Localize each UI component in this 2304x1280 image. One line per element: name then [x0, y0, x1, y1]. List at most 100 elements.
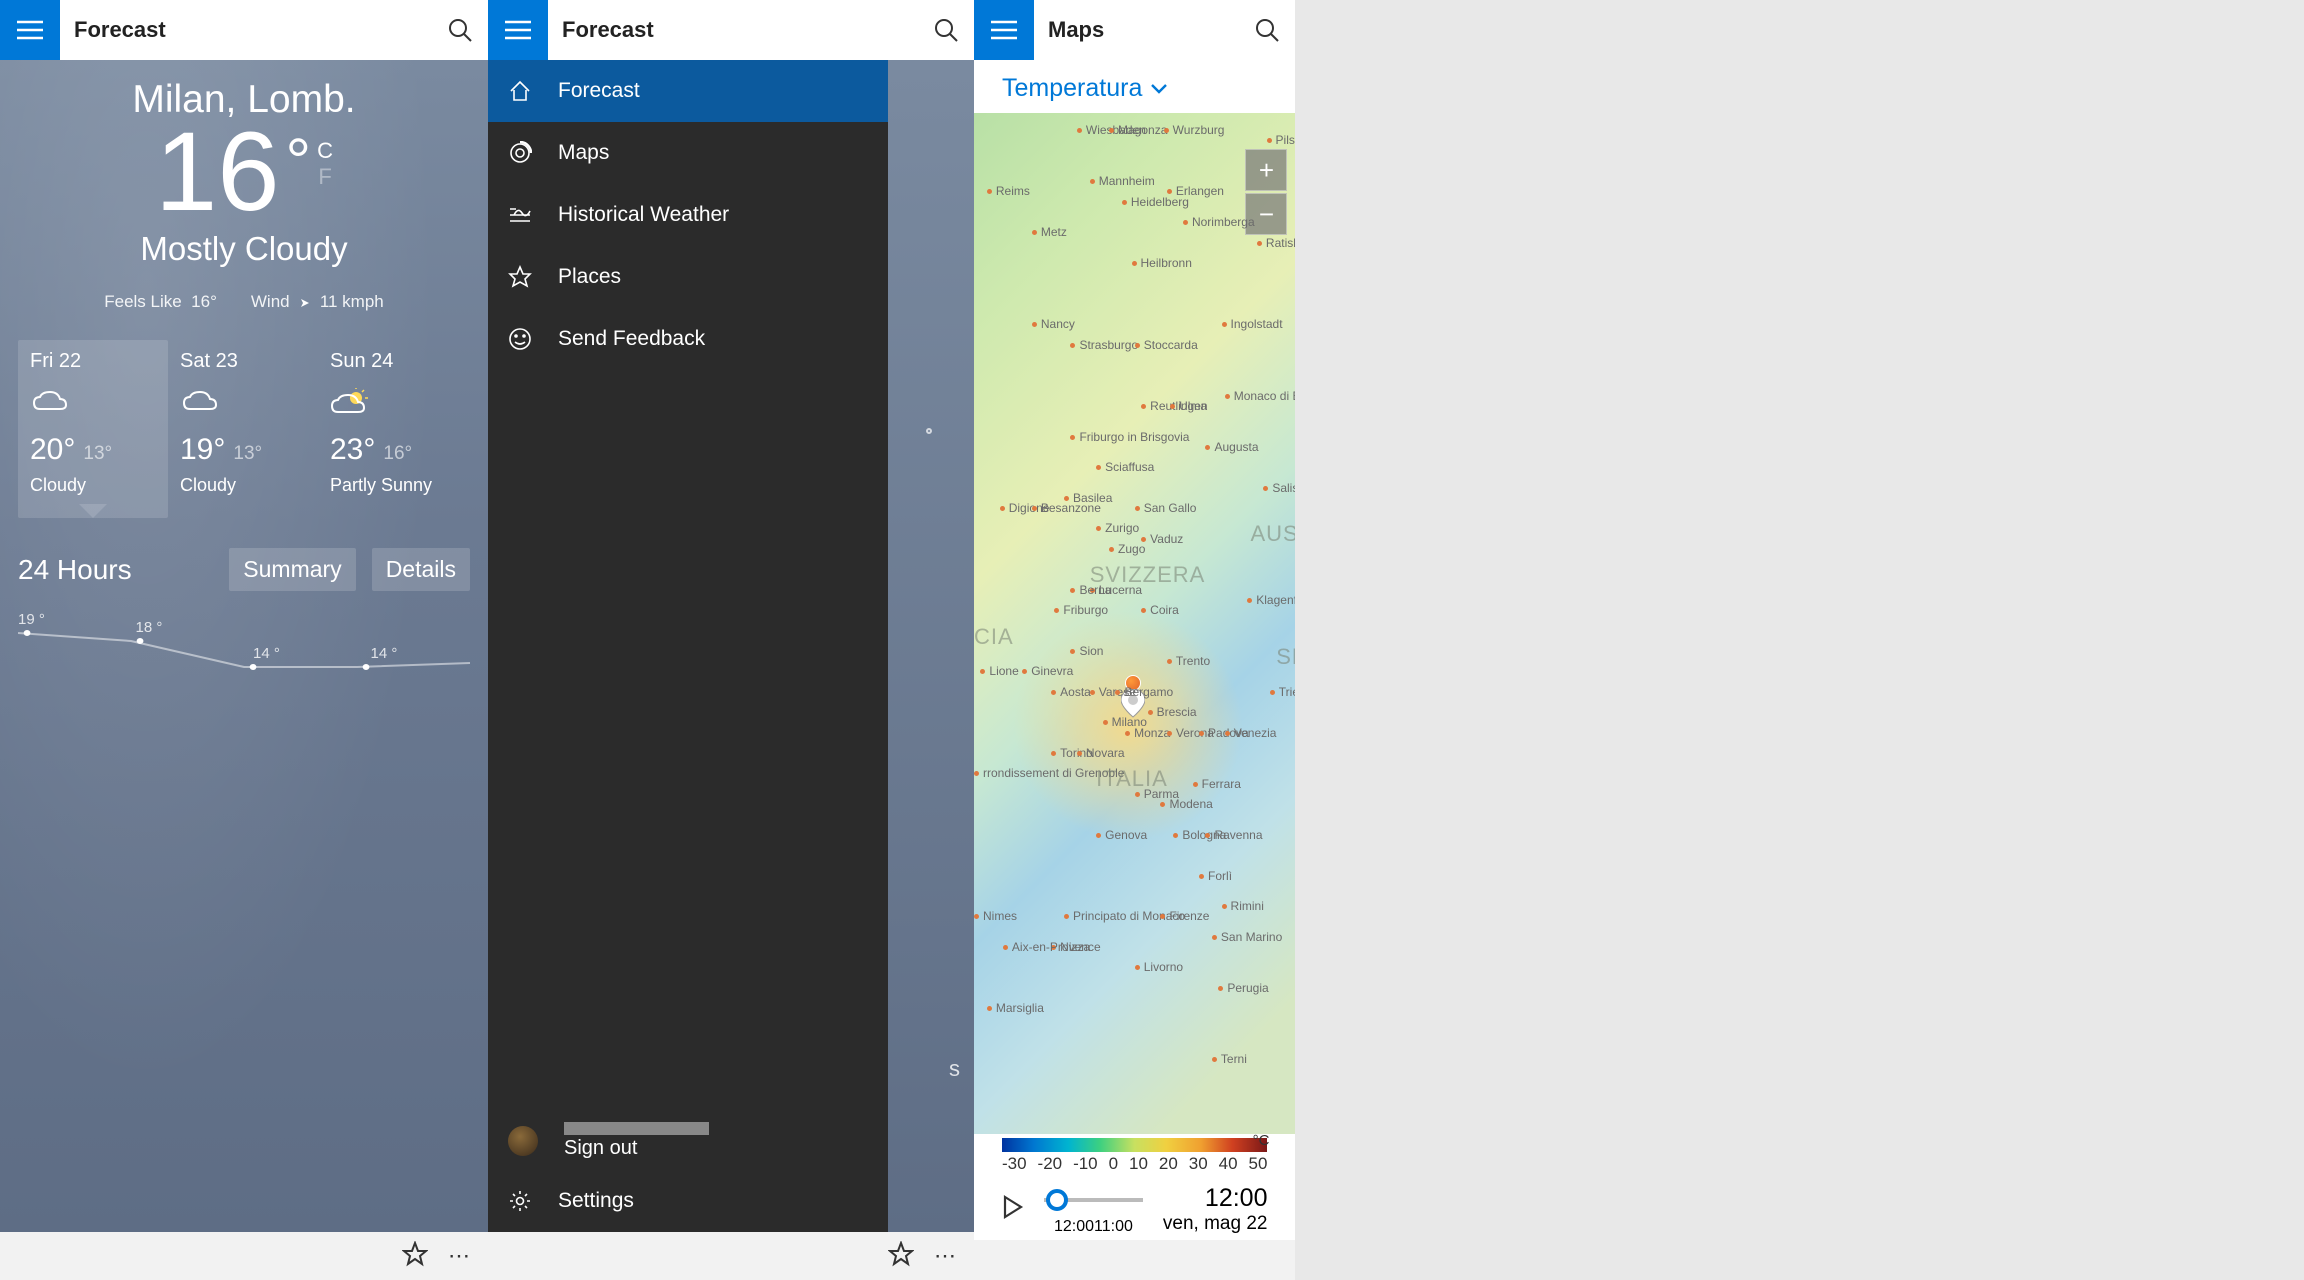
search-button[interactable] [918, 0, 974, 60]
city-label: Firenze [1160, 909, 1209, 923]
city-label: Coira [1141, 603, 1179, 617]
city-label: Aix-en-Provence [1003, 940, 1101, 954]
chart-icon [508, 203, 532, 227]
feels-like: Feels Like 16° [104, 292, 217, 312]
nav-item-historical[interactable]: Historical Weather [488, 184, 888, 246]
target-icon [508, 141, 532, 165]
time-slider[interactable] [1044, 1182, 1143, 1218]
more-button[interactable]: ⋯ [448, 1243, 472, 1269]
city-label: Ravenna [1205, 828, 1262, 842]
tab-details[interactable]: Details [372, 548, 470, 591]
search-icon [1254, 17, 1280, 43]
tab-summary[interactable]: Summary [229, 548, 355, 591]
account-item[interactable]: Sign out [488, 1112, 888, 1170]
unit-fahrenheit[interactable]: F [317, 164, 333, 190]
more-button[interactable]: ⋯ [934, 1243, 958, 1269]
city-label: Metz [1032, 225, 1067, 239]
city-label: Ulma [1170, 399, 1207, 413]
slider-thumb[interactable] [1046, 1189, 1068, 1211]
home-icon [508, 79, 532, 103]
favorite-button[interactable] [888, 1241, 914, 1272]
condition-label: Mostly Cloudy [0, 230, 488, 268]
city-label: Monaco di Baviera [1225, 389, 1296, 403]
sign-out-label: Sign out [564, 1137, 709, 1160]
city-label: Livorno [1135, 960, 1183, 974]
city-label: Ingolstadt [1222, 317, 1283, 331]
city-label: Nancy [1032, 317, 1075, 331]
city-label: Zugo [1109, 542, 1145, 556]
avatar [508, 1126, 538, 1156]
country-label: SVIZZERA [1090, 562, 1206, 588]
city-label: Augusta [1205, 440, 1258, 454]
city-label: Ferrara [1193, 777, 1241, 791]
city-label: Rimini [1222, 899, 1264, 913]
cloud-icon [180, 383, 310, 423]
search-button[interactable] [432, 0, 488, 60]
nav-drawer: Forecast Maps Historical Weather Places … [488, 60, 888, 1232]
legend-tick: -10 [1073, 1154, 1098, 1174]
gear-icon [508, 1189, 532, 1213]
city-label: San Gallo [1135, 501, 1197, 515]
city-label: Novara [1077, 746, 1125, 760]
city-label: Magonza [1109, 123, 1167, 137]
city-label: Heilbronn [1132, 256, 1192, 270]
nav-item-places[interactable]: Places [488, 246, 888, 308]
city-label: Bergamo [1115, 685, 1173, 699]
country-label: SLC [1276, 644, 1295, 670]
country-label: CIA [974, 624, 1014, 650]
nav-item-maps[interactable]: Maps [488, 122, 888, 184]
hours-title: 24 Hours [18, 554, 213, 586]
city-label: Brescia [1148, 705, 1197, 719]
search-button[interactable] [1239, 0, 1295, 60]
city-label: Vaduz [1141, 532, 1183, 546]
city-label: Klagenfurt sul Wörthersee [1247, 593, 1295, 607]
day-card-sat[interactable]: Sat 23 19°13° Cloudy [168, 340, 318, 518]
city-label: Pilsen [1267, 133, 1296, 147]
city-label: Lione [980, 664, 1018, 678]
city-label: Nimes [974, 909, 1017, 923]
legend-tick: -30 [1002, 1154, 1027, 1174]
city-label: Trieste [1270, 685, 1296, 699]
page-title: Maps [1034, 17, 1239, 43]
play-icon [1002, 1195, 1024, 1219]
temperature-legend: °C -30-20-1001020304050 [974, 1134, 1295, 1174]
hamburger-icon [17, 20, 43, 40]
appbar: Maps [974, 0, 1295, 60]
country-label: AUSTR [1250, 521, 1295, 547]
appbar: Forecast [488, 0, 974, 60]
legend-tick: 30 [1189, 1154, 1208, 1174]
legend-gradient [1002, 1138, 1267, 1152]
hourly-chart: 19 ° 18 ° 14 ° 14 ° [18, 605, 470, 685]
page-title: Forecast [60, 17, 432, 43]
bottom-bar [974, 1240, 1295, 1280]
unit-celsius[interactable]: C [317, 138, 333, 164]
favorite-button[interactable] [402, 1241, 428, 1272]
city-label: Trento [1167, 654, 1210, 668]
partly-sunny-icon [330, 383, 460, 423]
city-label: Norimberga [1183, 215, 1255, 229]
account-name-redacted [564, 1122, 709, 1135]
zoom-in-button[interactable]: + [1245, 149, 1287, 191]
hamburger-button[interactable] [0, 0, 60, 60]
city-label: Monza [1125, 726, 1170, 740]
appbar: Forecast [0, 0, 488, 60]
day-card-fri[interactable]: Fri 22 20°13° Cloudy [18, 340, 168, 518]
day-card-sun[interactable]: Sun 24 23°16° Partly Sunny [318, 340, 468, 518]
hamburger-button[interactable] [488, 0, 548, 60]
city-label: Salisburgo [1263, 481, 1295, 495]
map-canvas[interactable]: + − ReimsMetzNancyWiesbadenMagonzaWurzbu… [974, 113, 1295, 1134]
city-label: Forlì [1199, 869, 1232, 883]
play-button[interactable] [1002, 1195, 1024, 1224]
legend-tick: 0 [1109, 1154, 1118, 1174]
nav-item-settings[interactable]: Settings [488, 1170, 888, 1232]
city-label: Basilea [1064, 491, 1112, 505]
layer-dropdown[interactable]: Temperatura [974, 60, 1295, 113]
slider-end-label: 11:00 [1094, 1218, 1133, 1236]
temperature-value: 16 [155, 116, 280, 228]
hamburger-button[interactable] [974, 0, 1034, 60]
city-label: Strasburgo [1070, 338, 1138, 352]
city-label: Friburgo [1054, 603, 1108, 617]
nav-item-forecast[interactable]: Forecast [488, 60, 888, 122]
city-label: Ratisbona [1257, 236, 1296, 250]
nav-item-feedback[interactable]: Send Feedback [488, 308, 888, 370]
